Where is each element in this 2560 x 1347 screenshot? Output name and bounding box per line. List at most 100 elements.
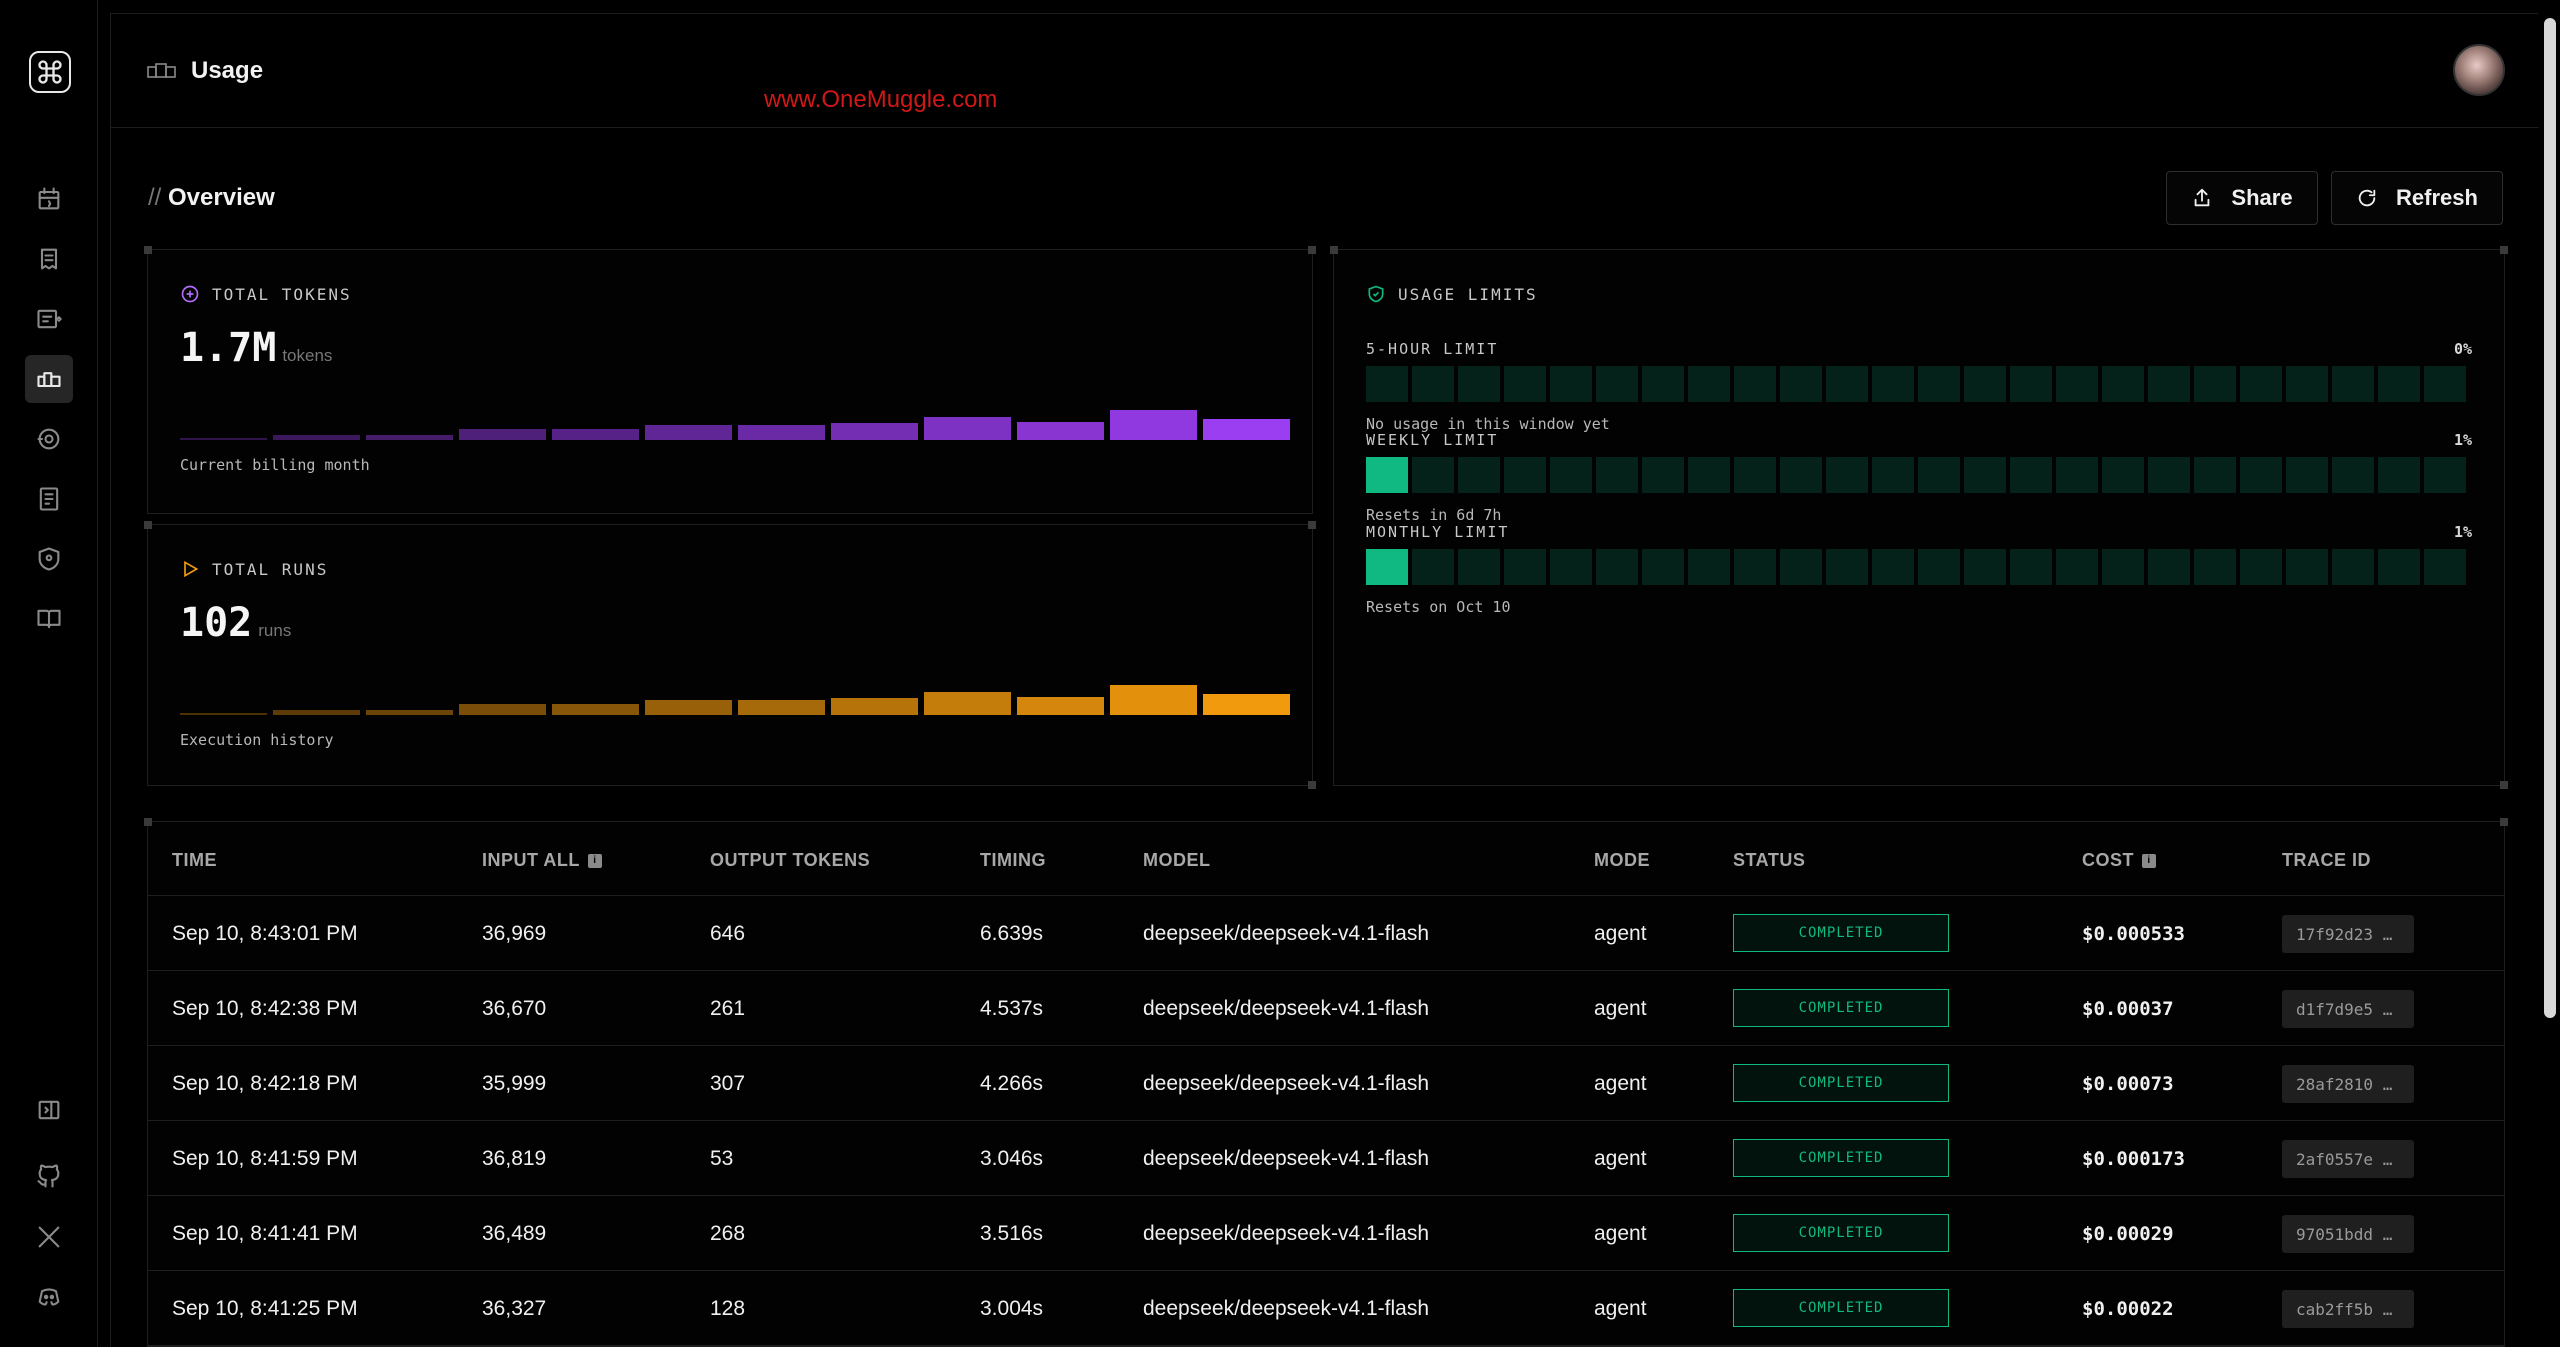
shield-icon[interactable] bbox=[25, 535, 73, 583]
section-title: // Overview bbox=[148, 184, 275, 211]
limit-segment bbox=[1964, 457, 2006, 493]
limit-segment bbox=[1366, 366, 1408, 402]
github-icon[interactable] bbox=[25, 1152, 73, 1200]
limit-percent: 1% bbox=[2453, 523, 2472, 541]
cost-cell: $0.000173 bbox=[2082, 1148, 2185, 1170]
column-header[interactable]: MODE bbox=[1594, 850, 1650, 871]
info-icon[interactable]: i bbox=[587, 853, 602, 868]
breadcrumb: Usage bbox=[147, 57, 263, 85]
table-row[interactable]: Sep 10, 8:43:01 PM 36,969 646 6.639s deepsee… bbox=[148, 896, 2504, 971]
column-header[interactable]: MODEL bbox=[1143, 850, 1211, 871]
mode-cell: agent bbox=[1594, 1222, 1647, 1245]
main-content: Usage www.OneMuggle.com // Overview Shar… bbox=[110, 13, 2539, 1347]
table-row[interactable]: Sep 10, 8:42:18 PM 35,999 307 4.266s deepsee… bbox=[148, 1046, 2504, 1121]
command-logo-icon[interactable] bbox=[29, 51, 71, 93]
limit-segment bbox=[1642, 457, 1684, 493]
limit-segment bbox=[1596, 549, 1638, 585]
limit-segment bbox=[1734, 549, 1776, 585]
limit-segment bbox=[2102, 366, 2144, 402]
input-cell: 35,999 bbox=[482, 1072, 547, 1095]
status-badge: COMPLETED bbox=[1733, 989, 1949, 1027]
model-cell: deepseek/deepseek-v4.1-flash bbox=[1143, 922, 1430, 945]
usage-icon[interactable] bbox=[25, 355, 73, 403]
table-row[interactable]: Sep 10, 8:41:59 PM 36,819 53 3.046s deepseek… bbox=[148, 1121, 2504, 1196]
scrollbar[interactable] bbox=[2544, 18, 2556, 1018]
column-header[interactable]: STATUS bbox=[1733, 850, 1805, 871]
limit-segment bbox=[1366, 549, 1408, 585]
trace-id-chip[interactable]: cab2ff5b … bbox=[2282, 1290, 2414, 1328]
x-icon[interactable] bbox=[25, 1213, 73, 1261]
output-cell: 646 bbox=[710, 922, 746, 945]
input-cell: 36,670 bbox=[482, 997, 547, 1020]
trace-id-chip[interactable]: 17f92d23 … bbox=[2282, 915, 2414, 953]
receipt-icon[interactable] bbox=[25, 235, 73, 283]
limit-segment bbox=[1826, 457, 1868, 493]
input-cell: 36,327 bbox=[482, 1297, 547, 1320]
target-icon[interactable] bbox=[25, 415, 73, 463]
table-row[interactable]: Sep 10, 8:41:25 PM 36,327 128 3.004s deepsee… bbox=[148, 1271, 2504, 1346]
status-badge: COMPLETED bbox=[1733, 1064, 1949, 1102]
trend-bar bbox=[459, 704, 546, 715]
column-header[interactable]: COST i bbox=[2082, 850, 2157, 871]
timing-cell: 6.639s bbox=[980, 922, 1044, 945]
output-cell: 261 bbox=[710, 997, 746, 1020]
column-header[interactable]: TIME bbox=[172, 850, 217, 871]
trend-bar bbox=[366, 435, 453, 440]
runs-value: 102 runs bbox=[180, 600, 292, 646]
trend-bar bbox=[1203, 419, 1290, 440]
invoice-icon[interactable] bbox=[25, 475, 73, 523]
tokens-mini-chart bbox=[180, 400, 1290, 440]
limit-segment bbox=[2286, 366, 2328, 402]
book-icon[interactable] bbox=[25, 595, 73, 643]
status-badge: COMPLETED bbox=[1733, 914, 1949, 952]
trace-id-chip[interactable]: 28af2810 … bbox=[2282, 1065, 2414, 1103]
limit-segment bbox=[1458, 457, 1500, 493]
column-header[interactable]: TIMING bbox=[980, 850, 1046, 871]
limit-segment bbox=[1412, 549, 1454, 585]
time-cell: Sep 10, 8:41:41 PM bbox=[172, 1222, 358, 1245]
limit-percent: 0% bbox=[2453, 340, 2472, 358]
discord-icon[interactable] bbox=[25, 1273, 73, 1321]
trace-id-chip[interactable]: 2af0557e … bbox=[2282, 1140, 2414, 1178]
limit-segment bbox=[2194, 457, 2236, 493]
collapse-icon[interactable] bbox=[25, 1086, 73, 1134]
column-header[interactable]: OUTPUT TOKENS bbox=[710, 850, 870, 871]
limit-segment bbox=[1826, 366, 1868, 402]
cost-cell: $0.00037 bbox=[2082, 998, 2174, 1020]
limit-segment bbox=[2424, 457, 2466, 493]
mode-cell: agent bbox=[1594, 997, 1647, 1020]
table-row[interactable]: Sep 10, 8:41:41 PM 36,489 268 3.516s deepsee… bbox=[148, 1196, 2504, 1271]
trace-id-chip[interactable]: d1f7d9e5 … bbox=[2282, 990, 2414, 1028]
limit-segment bbox=[1550, 366, 1592, 402]
trend-bar bbox=[1017, 697, 1104, 715]
limit-segment bbox=[1458, 366, 1500, 402]
runs-caption: Execution history bbox=[180, 731, 334, 749]
column-header[interactable]: TRACE ID bbox=[2282, 850, 2371, 871]
limit-segment bbox=[1918, 549, 1960, 585]
refresh-button[interactable]: Refresh bbox=[2331, 171, 2503, 225]
output-cell: 53 bbox=[710, 1147, 734, 1170]
avatar[interactable] bbox=[2453, 44, 2505, 96]
cost-cell: $0.000533 bbox=[2082, 923, 2185, 945]
info-icon[interactable]: i bbox=[2142, 853, 2157, 868]
trace-id-chip[interactable]: 97051bdd … bbox=[2282, 1215, 2414, 1253]
limit-segment bbox=[2332, 549, 2374, 585]
limit-segment bbox=[1780, 457, 1822, 493]
output-cell: 128 bbox=[710, 1297, 746, 1320]
limit-segment bbox=[2286, 457, 2328, 493]
status-badge: COMPLETED bbox=[1733, 1139, 1949, 1177]
table-row[interactable]: Sep 10, 8:42:38 PM 36,670 261 4.537s deepsee… bbox=[148, 971, 2504, 1046]
limit-segment bbox=[2424, 366, 2466, 402]
limit-segment bbox=[2378, 366, 2420, 402]
limit-segment bbox=[2010, 457, 2052, 493]
limit-segment bbox=[1412, 457, 1454, 493]
column-header[interactable]: INPUT ALL i bbox=[482, 850, 602, 871]
magic-card-icon[interactable] bbox=[25, 295, 73, 343]
limit-segment bbox=[1596, 366, 1638, 402]
calendar-icon[interactable] bbox=[25, 175, 73, 223]
trend-bar bbox=[1110, 410, 1197, 440]
trend-bar bbox=[738, 700, 825, 715]
timing-cell: 3.046s bbox=[980, 1147, 1044, 1170]
share-button[interactable]: Share bbox=[2166, 171, 2318, 225]
limit-segment bbox=[1688, 457, 1730, 493]
